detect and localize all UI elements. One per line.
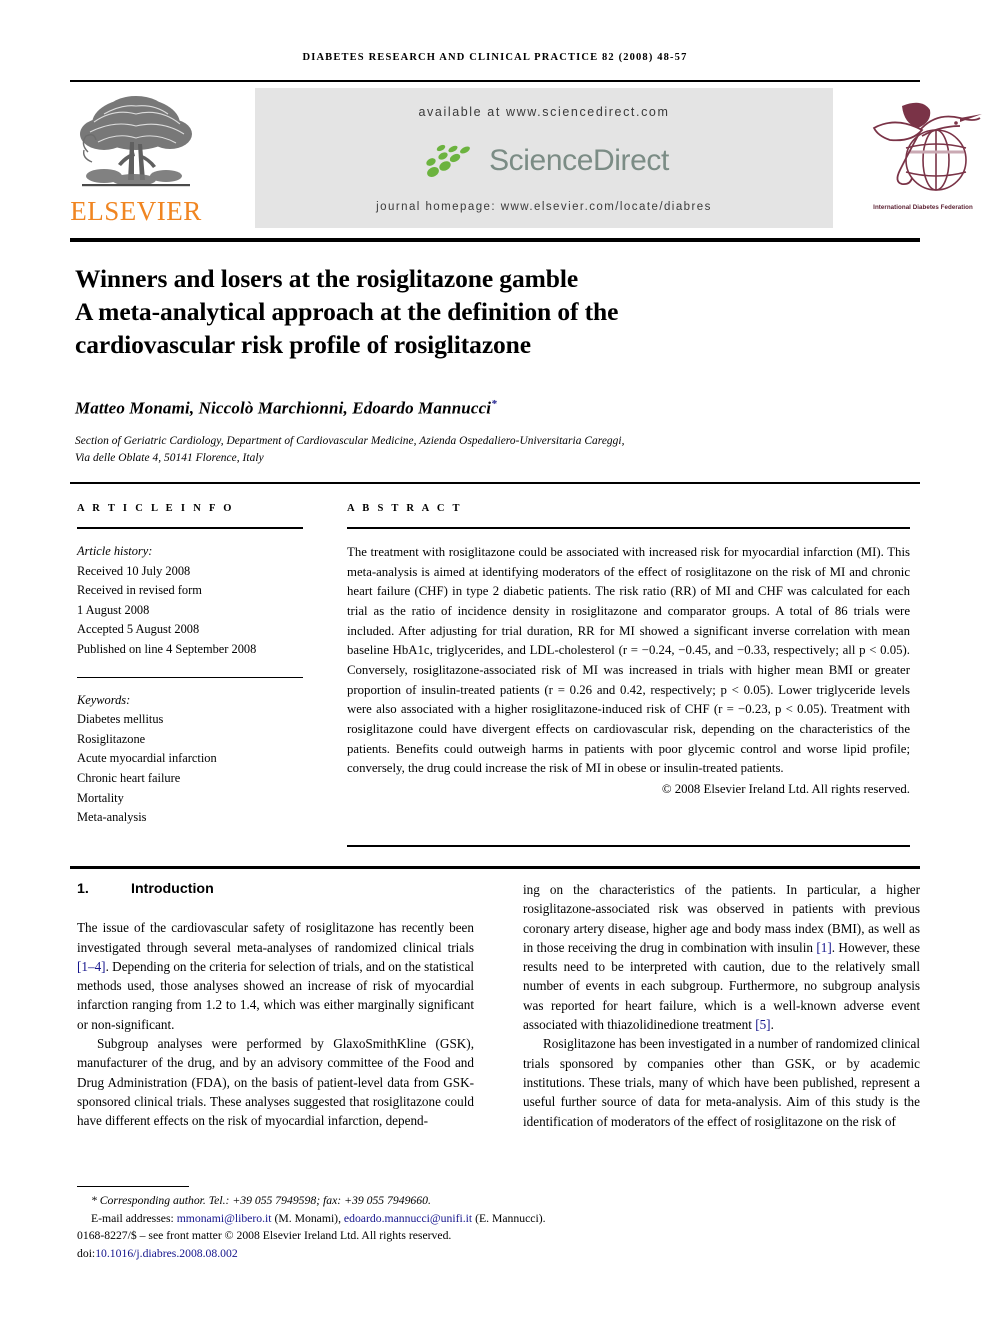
- abstract-copyright: © 2008 Elsevier Ireland Ltd. All rights …: [661, 781, 910, 796]
- keyword-item: Meta-analysis: [77, 810, 147, 825]
- affiliation-line-2: Via delle Oblate 4, 50141 Florence, Ital…: [75, 452, 264, 464]
- corresponding-author-text: Corresponding author. Tel.: +39 055 7949…: [99, 1194, 431, 1207]
- author-list: Matteo Monami, Niccolò Marchionni, Edoar…: [75, 398, 905, 419]
- body-top-rule: [70, 866, 920, 869]
- history-item: Received 10 July 2008: [77, 563, 191, 578]
- citation-link-1-4[interactable]: [1–4]: [77, 959, 106, 974]
- sciencedirect-wordmark: ScienceDirect: [489, 144, 669, 177]
- paragraph: The issue of the cardiovascular safety o…: [77, 918, 474, 1034]
- affiliation-line-1: Section of Geriatric Cardiology, Departm…: [75, 435, 625, 447]
- header-rule: [70, 80, 920, 82]
- email-link-monami[interactable]: mmonami@libero.it: [177, 1212, 272, 1225]
- doi-line: doi:10.1016/j.diabres.2008.08.002: [77, 1245, 922, 1263]
- body-column-right: ing on the characteristics of the patien…: [523, 880, 920, 1131]
- elsevier-tree-icon: [80, 96, 192, 187]
- masthead: ELSEVIER available at www.sciencedirect.…: [70, 88, 982, 236]
- history-item: Received in revised form: [77, 583, 202, 598]
- title-line-3: cardiovascular risk profile of rosiglita…: [75, 330, 531, 359]
- author-names: Matteo Monami, Niccolò Marchionni, Edoar…: [75, 398, 492, 418]
- section-title: Introduction: [131, 881, 214, 897]
- sciencedirect-logo: ScienceDirect: [255, 140, 833, 186]
- email-line: E-mail addresses: mmonami@libero.it (M. …: [77, 1210, 922, 1228]
- keyword-item: Chronic heart failure: [77, 770, 181, 785]
- section-number: 1.: [77, 881, 89, 897]
- footnote-rule: [77, 1186, 189, 1187]
- abstract-heading: A B S T R A C T: [347, 503, 463, 514]
- affiliation-rule: [70, 482, 920, 484]
- elsevier-logo: ELSEVIER: [70, 90, 202, 236]
- article-info-column: A R T I C L E I N F O Article history: R…: [77, 503, 303, 828]
- title-line-1: Winners and losers at the rosiglitazone …: [75, 264, 579, 293]
- keyword-item: Diabetes mellitus: [77, 712, 164, 727]
- front-matter-line: 0168-8227/$ – see front matter © 2008 El…: [77, 1229, 452, 1243]
- sciencedirect-banner: available at www.sciencedirect.com Scien…: [255, 88, 833, 228]
- abstract-column: A B S T R A C T The treatment with rosig…: [347, 503, 910, 800]
- doi-link[interactable]: 10.1016/j.diabres.2008.08.002: [95, 1247, 238, 1260]
- history-item: Accepted 5 August 2008: [77, 622, 200, 637]
- doi-label: doi:: [77, 1246, 96, 1260]
- running-head: DIABETES RESEARCH AND CLINICAL PRACTICE …: [302, 52, 688, 63]
- citation-link-5[interactable]: [5]: [755, 1017, 770, 1032]
- masthead-rule: [70, 238, 920, 242]
- footnote-block: * Corresponding author. Tel.: +39 055 79…: [77, 1192, 922, 1262]
- title-line-2: A meta-analytical approach at the defini…: [75, 297, 619, 326]
- paragraph-text: The issue of the cardiovascular safety o…: [77, 920, 474, 955]
- article-history-label: Article history:: [77, 544, 153, 558]
- idf-caption: International Diabetes Federation: [873, 204, 973, 211]
- corresponding-author-note: * Corresponding author. Tel.: +39 055 79…: [77, 1192, 922, 1210]
- abstract-text: The treatment with rosiglitazone could b…: [347, 545, 910, 776]
- journal-homepage-text: journal homepage: www.elsevier.com/locat…: [376, 201, 712, 213]
- paragraph: ing on the characteristics of the patien…: [523, 880, 920, 1034]
- keywords-label: Keywords:: [77, 692, 131, 707]
- email-owner-2: (E. Mannucci).: [475, 1211, 546, 1225]
- page-title: Winners and losers at the rosiglitazone …: [75, 262, 775, 361]
- article-first-page: DIABETES RESEARCH AND CLINICAL PRACTICE …: [0, 0, 992, 1323]
- email-label: E-mail addresses:: [91, 1211, 174, 1225]
- sciencedirect-swoosh-icon: [426, 144, 471, 177]
- corresponding-marker: *: [91, 1194, 97, 1207]
- history-item: 1 August 2008: [77, 602, 150, 617]
- email-owner-1: (M. Monami),: [274, 1211, 341, 1225]
- paragraph: Rosiglitazone has been investigated in a…: [523, 1036, 920, 1129]
- corresponding-author-marker: *: [491, 398, 497, 410]
- idf-logo: International Diabetes Federation: [860, 92, 986, 232]
- paragraph: Subgroup analyses were performed by Glax…: [77, 1036, 474, 1129]
- keyword-item: Acute myocardial infarction: [77, 751, 217, 766]
- section-heading-introduction: 1. Introduction: [77, 880, 474, 899]
- elsevier-wordmark: ELSEVIER: [70, 196, 202, 226]
- keywords-rule: [77, 676, 303, 678]
- history-item: Published on line 4 September 2008: [77, 641, 257, 656]
- email-link-mannucci[interactable]: edoardo.mannucci@unifi.it: [344, 1212, 472, 1225]
- abstract-bottom-rule: [347, 845, 910, 847]
- article-info-heading: A R T I C L E I N F O: [77, 503, 235, 514]
- paragraph-text: .: [770, 1017, 774, 1033]
- citation-link-1[interactable]: [1]: [816, 940, 831, 955]
- abstract-rule: [347, 527, 910, 529]
- available-at-text: available at www.sciencedirect.com: [418, 105, 670, 119]
- idf-hummingbird-globe-icon: [872, 102, 982, 191]
- article-history: Article history: Received 10 July 2008 R…: [77, 542, 303, 660]
- keyword-item: Mortality: [77, 790, 124, 805]
- paragraph-text: . Depending on the criteria for selectio…: [77, 958, 474, 1032]
- keywords-list: Keywords: Diabetes mellitus Rosiglitazon…: [77, 691, 303, 828]
- body-column-left: 1. Introduction The issue of the cardiova…: [77, 880, 474, 1131]
- affiliation: Section of Geriatric Cardiology, Departm…: [75, 433, 835, 467]
- keyword-item: Rosiglitazone: [77, 731, 146, 746]
- article-info-rule: [77, 527, 303, 529]
